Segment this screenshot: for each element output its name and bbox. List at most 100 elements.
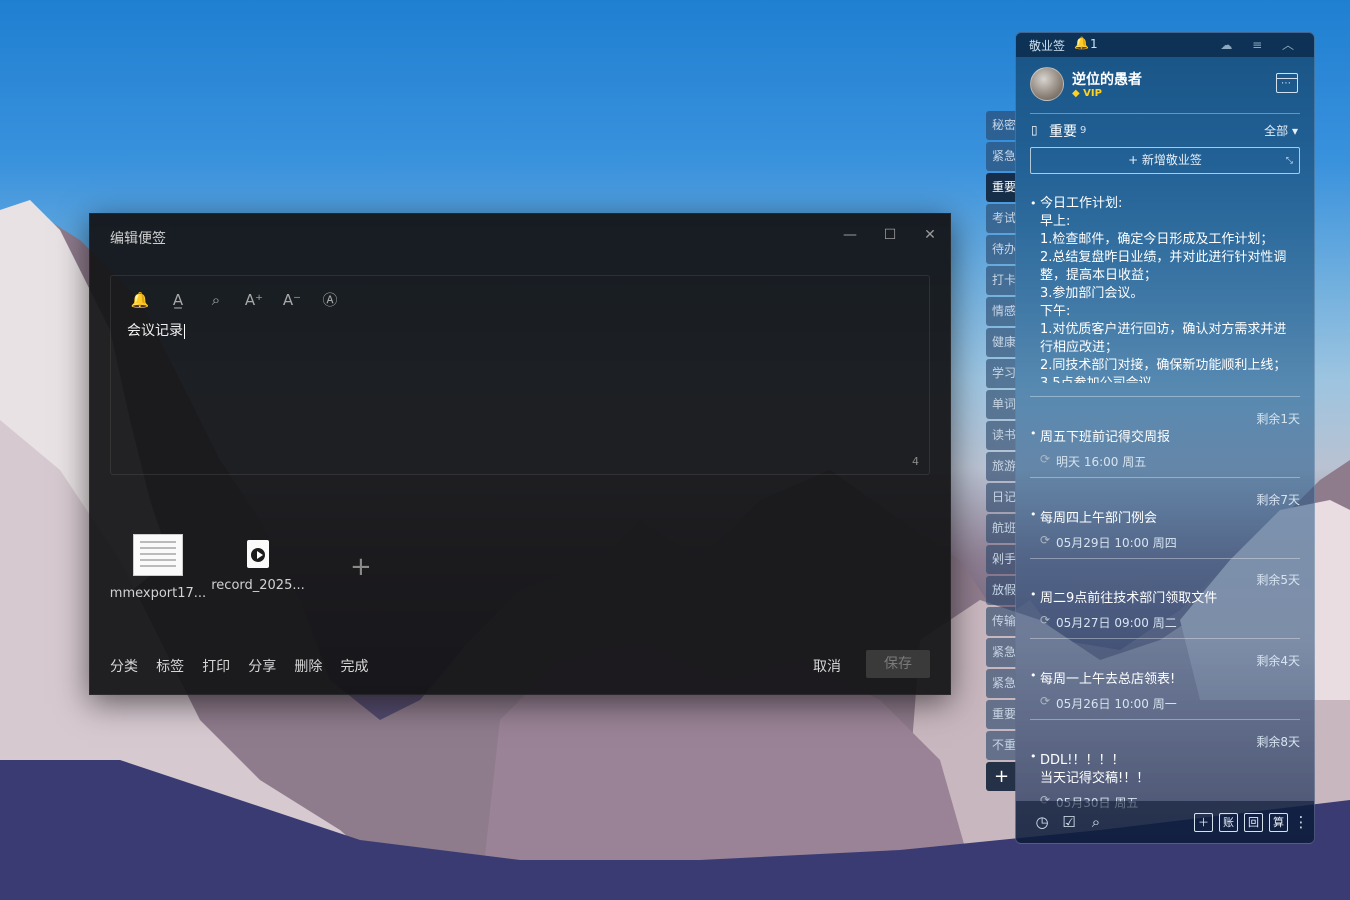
attachment-name: mmexport17... (109, 586, 207, 601)
item-time: 05月27日 09:00 周二 (1056, 616, 1177, 630)
font-color-icon[interactable]: A̲ (166, 288, 190, 312)
attachment-video[interactable]: record_2025... (208, 532, 308, 593)
cancel-button[interactable]: 取消 (813, 656, 841, 676)
item-title: 周二9点前往技术部门领取文件 (1040, 591, 1218, 606)
tab-urgent-2[interactable]: 紧急 (986, 638, 1016, 667)
note-line: 3.5点参加公司会议 (1030, 375, 1302, 383)
image-thumbnail (133, 534, 183, 576)
calendar-icon[interactable] (1276, 73, 1298, 93)
remaining-days: 剩余5天 (1256, 573, 1300, 587)
add-box-button[interactable]: ＋ (1194, 813, 1213, 832)
tab-todo[interactable]: 待办 (986, 235, 1016, 264)
calculate-button[interactable]: 算 (1269, 813, 1288, 832)
tab-checkin[interactable]: 打卡 (986, 266, 1016, 295)
note-line: 今日工作计划: (1040, 196, 1123, 211)
window-controls[interactable]: ☁ ≡ ︿ (1220, 36, 1302, 53)
note-line: 2.同技术部门对接，确保新功能顺利上线； (1040, 358, 1287, 373)
tab-diary[interactable]: 日记 (986, 483, 1016, 512)
divider (1030, 558, 1300, 559)
tab-important[interactable]: 重要 (986, 173, 1016, 202)
video-file-icon (247, 540, 269, 568)
attachment-image[interactable]: mmexport17... (108, 534, 208, 601)
tab-not-important[interactable]: 不重 (986, 731, 1016, 760)
tab-urgent-3[interactable]: 紧急 (986, 669, 1016, 698)
panel-bottom-toolbar: ◷ ☑ ⌕ ＋ 账 回 算 ⋮ (1016, 801, 1314, 843)
bookmark-icon: ▯ (1031, 123, 1038, 137)
item-title: DDL!！！！！ (1040, 753, 1125, 768)
clock-icon[interactable]: ◷ (1032, 812, 1052, 832)
item-title: 每周四上午部门例会 (1040, 511, 1158, 526)
font-decrease-icon[interactable]: A⁻ (280, 288, 304, 312)
note-editor[interactable]: 🔔 A̲ ⌕ A⁺ A⁻ Ⓐ 会议记录 4 (110, 275, 930, 475)
note-line: 1.检查邮件，确定今日形成及工作计划； (1040, 232, 1274, 247)
tab-important-2[interactable]: 重要 (986, 700, 1016, 729)
item-title: 每周一上午去总店领表! (1040, 672, 1176, 687)
reminder-bell-icon[interactable]: 🔔 (128, 288, 152, 312)
divider (1030, 719, 1300, 720)
remaining-days: 剩余4天 (1256, 654, 1300, 668)
avatar[interactable] (1030, 67, 1064, 101)
category-button[interactable]: 分类 (110, 659, 138, 675)
tab-flight[interactable]: 航班 (986, 514, 1016, 543)
return-button[interactable]: 回 (1244, 813, 1263, 832)
panel-title-bar: 敬业签 🔔 1 ☁ ≡ ︿ (1016, 33, 1314, 57)
vip-badge: ◆ VIP (1072, 88, 1102, 99)
new-note-button[interactable]: + 新增敬业签 ⤡ (1030, 147, 1300, 174)
divider (1030, 638, 1300, 639)
category-tabs: 秘密 紧急 重要 考试 待办 打卡 情感 健康 学习 单词 读书 旅游 日记 航… (986, 111, 1016, 793)
divider (1030, 396, 1300, 397)
tab-travel[interactable]: 旅游 (986, 452, 1016, 481)
repeat-icon: ⟳ (1040, 613, 1051, 627)
share-button[interactable]: 分享 (248, 659, 276, 675)
tab-secret[interactable]: 秘密 (986, 111, 1016, 140)
complete-button[interactable]: 完成 (340, 659, 368, 675)
close-button[interactable]: ✕ (920, 226, 940, 244)
note-card[interactable]: • 今日工作计划: 早上: 1.检查邮件，确定今日形成及工作计划； 2.总结复盘… (1030, 195, 1302, 383)
maximize-button[interactable]: ☐ (880, 226, 900, 244)
tab-transfer[interactable]: 传输 (986, 607, 1016, 636)
note-line: 整，提高本日收益； (1040, 268, 1158, 283)
auto-format-icon[interactable]: Ⓐ (318, 288, 342, 312)
tab-emotion[interactable]: 情感 (986, 297, 1016, 326)
edit-note-window: 编辑便签 — ☐ ✕ 🔔 A̲ ⌕ A⁺ A⁻ Ⓐ 会议记录 4 mmexpor… (89, 213, 951, 695)
save-button[interactable]: 保存 (866, 650, 930, 678)
notification-bell-icon[interactable]: 🔔 (1074, 36, 1089, 50)
notification-count: 1 (1090, 37, 1098, 51)
note-line: 2.总结复盘昨日业绩，并对此进行针对性调 (1040, 250, 1287, 265)
search-icon[interactable]: ⌕ (204, 288, 228, 312)
delete-button[interactable]: 删除 (294, 659, 322, 675)
note-content[interactable]: 会议记录 (127, 320, 185, 340)
repeat-icon: ⟳ (1040, 452, 1051, 466)
tab-exam[interactable]: 考试 (986, 204, 1016, 233)
tab-words[interactable]: 单词 (986, 390, 1016, 419)
checklist-icon[interactable]: ☑ (1059, 812, 1079, 832)
tab-holiday[interactable]: 放假 (986, 576, 1016, 605)
tab-study[interactable]: 学习 (986, 359, 1016, 388)
item-time: 05月26日 10:00 周一 (1056, 697, 1177, 711)
remaining-days: 剩余8天 (1256, 735, 1300, 749)
add-category-button[interactable]: + (986, 762, 1016, 791)
minimize-button[interactable]: — (840, 226, 860, 244)
divider (1030, 113, 1300, 114)
note-line: 3.参加部门会议。 (1040, 286, 1144, 301)
tab-reading[interactable]: 读书 (986, 421, 1016, 450)
tab-shopping[interactable]: 剁手 (986, 545, 1016, 574)
add-attachment-button[interactable]: + (350, 554, 372, 580)
category-count: 9 (1080, 125, 1087, 136)
tab-urgent[interactable]: 紧急 (986, 142, 1016, 171)
tab-health[interactable]: 健康 (986, 328, 1016, 357)
font-increase-icon[interactable]: A⁺ (242, 288, 266, 312)
app-name: 敬业签 (1029, 39, 1066, 53)
search-icon[interactable]: ⌕ (1086, 812, 1106, 832)
print-button[interactable]: 打印 (202, 659, 230, 675)
more-icon[interactable]: ⋮ (1291, 812, 1311, 832)
account-button[interactable]: 账 (1219, 813, 1238, 832)
divider (1030, 477, 1300, 478)
note-line: 早上: (1040, 214, 1071, 229)
item-title-line2: 当天记得交稿!！！ (1040, 771, 1150, 786)
expand-icon: ⤡ (1285, 156, 1293, 166)
bottom-actions: 分类 标签 打印 分享 删除 完成 (110, 656, 381, 676)
item-title: 周五下班前记得交周报 (1040, 430, 1171, 445)
filter-dropdown[interactable]: 全部 ▾ (1264, 122, 1298, 139)
tag-button[interactable]: 标签 (156, 659, 184, 675)
